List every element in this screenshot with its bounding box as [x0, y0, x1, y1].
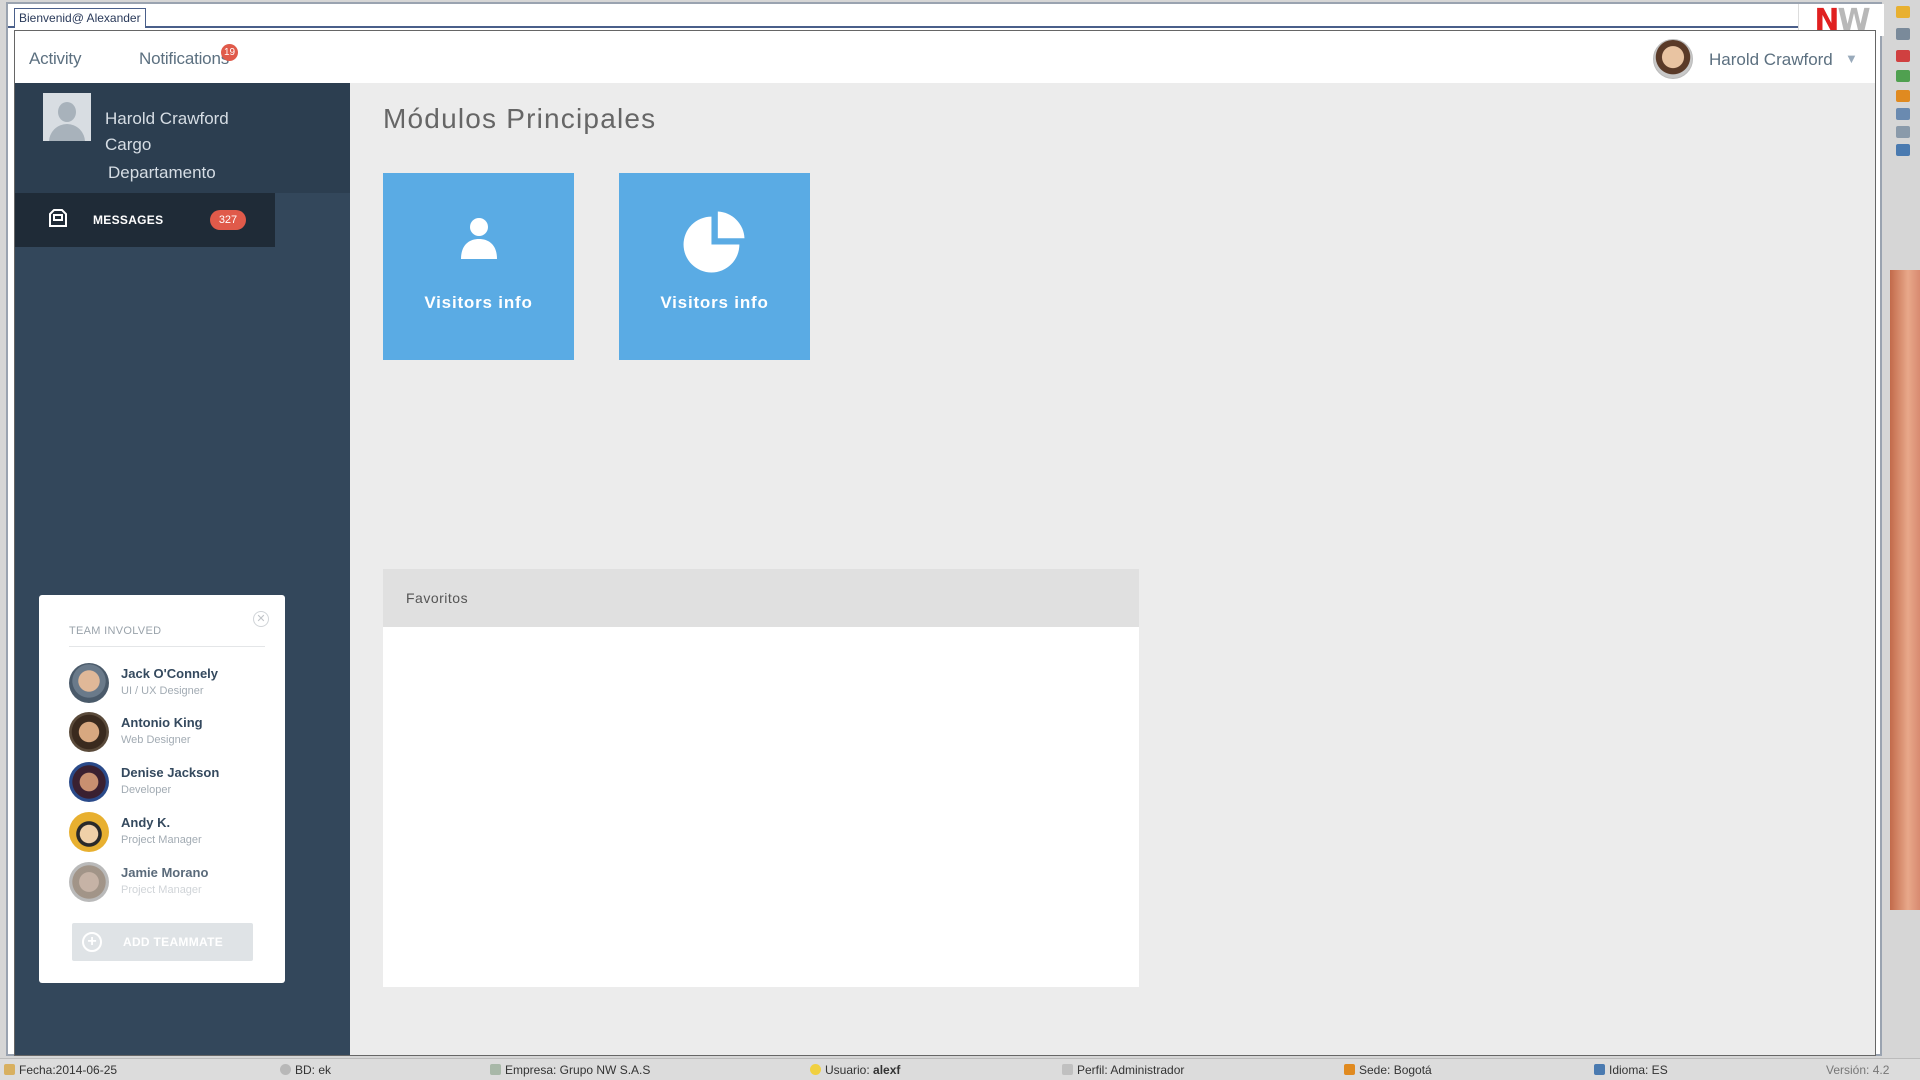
profile-department: Departamento: [108, 163, 216, 182]
notifications-badge: 19: [221, 44, 238, 61]
team-member[interactable]: Jamie Morano Project Manager: [69, 862, 269, 906]
messages-count-badge: 327: [210, 210, 246, 230]
document-tab[interactable]: Bienvenid@ Alexander: [14, 8, 146, 28]
module-tile-visitors[interactable]: Visitors info: [383, 173, 574, 360]
team-member[interactable]: Jack O'Connely UI / UX Designer: [69, 663, 269, 707]
team-member[interactable]: Antonio King Web Designer: [69, 712, 269, 756]
database-icon: [280, 1064, 291, 1075]
mail-icon[interactable]: [1896, 50, 1910, 62]
avatar: [69, 663, 109, 703]
member-role: Developer: [121, 784, 172, 796]
profile-panel: Harold Crawford Cargo Departamento: [15, 83, 350, 193]
home-icon[interactable]: [1896, 144, 1910, 156]
team-member[interactable]: Denise Jackson Developer: [69, 762, 269, 806]
member-name: Andy K.: [121, 815, 171, 830]
chevron-down-icon[interactable]: ▼: [1845, 51, 1858, 66]
smiley-icon: [810, 1064, 821, 1075]
top-header: Activity Notifications 19 Harold Crawfor…: [15, 31, 1875, 83]
status-version: Versión: 4.2: [1826, 1063, 1890, 1077]
status-database: BD: ek: [280, 1063, 331, 1077]
grid-icon[interactable]: [1896, 70, 1910, 82]
avatar: [69, 712, 109, 752]
plus-circle-icon: +: [82, 932, 102, 952]
status-profile: Perfil: Administrador: [1062, 1063, 1184, 1077]
company-icon: [490, 1064, 501, 1075]
user-menu-name[interactable]: Harold Crawford: [1709, 50, 1833, 70]
status-language: Idioma: ES: [1594, 1063, 1668, 1077]
avatar: [69, 862, 109, 902]
calendar-icon: [4, 1064, 15, 1075]
tile-label: Visitors info: [660, 293, 769, 312]
member-name: Antonio King: [121, 715, 203, 730]
member-role: Web Designer: [121, 734, 191, 746]
right-toolbar: [1890, 0, 1920, 160]
member-role: UI / UX Designer: [121, 685, 204, 697]
document-tab-strip: Bienvenid@ Alexander: [8, 4, 1880, 28]
avatar: [69, 812, 109, 852]
avatar: [69, 762, 109, 802]
nav-notifications[interactable]: Notifications: [139, 49, 229, 69]
member-role: Project Manager: [121, 834, 202, 846]
status-bar: Fecha:2014-06-25 BD: ek Empresa: Grupo N…: [0, 1058, 1920, 1080]
favorites-header: Favoritos: [383, 569, 1139, 627]
background-photo: [1890, 270, 1920, 910]
pie-chart-icon: [683, 211, 745, 273]
status-company: Empresa: Grupo NW S.A.S: [490, 1063, 650, 1077]
inbox-icon: [49, 209, 67, 227]
user-icon: [461, 218, 497, 259]
team-involved-card: TEAM INVOLVED ✕ Jack O'Connely UI / UX D…: [39, 595, 285, 983]
member-name: Denise Jackson: [121, 765, 220, 780]
add-teammate-button[interactable]: + ADD TEAMMATE: [72, 923, 253, 961]
member-role: Project Manager: [121, 884, 202, 896]
app-content: Activity Notifications 19 Harold Crawfor…: [14, 30, 1876, 1056]
search-icon[interactable]: [1896, 108, 1910, 120]
app-window: Bienvenid@ Alexander NW Activity Notific…: [6, 2, 1884, 1056]
member-name: Jamie Morano: [121, 865, 209, 880]
window-icon[interactable]: [1896, 28, 1910, 40]
add-teammate-label: ADD TEAMMATE: [123, 935, 224, 949]
profile-name: Harold Crawford: [105, 109, 229, 128]
profile-role: Cargo: [105, 135, 152, 154]
tile-label: Visitors info: [424, 293, 533, 312]
folder-icon[interactable]: [1896, 6, 1910, 18]
flag-icon: [1594, 1064, 1605, 1075]
team-title: TEAM INVOLVED: [69, 625, 162, 637]
status-user: Usuario: alexf: [810, 1063, 900, 1077]
module-tile-visitors-stats[interactable]: Visitors info: [619, 173, 810, 360]
member-name: Jack O'Connely: [121, 666, 219, 681]
team-member[interactable]: Andy K. Project Manager: [69, 812, 269, 856]
status-site: Sede: Bogotá: [1344, 1063, 1432, 1077]
warning-icon[interactable]: [1896, 90, 1910, 102]
shield-icon: [1062, 1064, 1073, 1075]
user-avatar[interactable]: [1653, 39, 1693, 79]
chat-icon[interactable]: [1896, 126, 1910, 138]
status-date: Fecha:2014-06-25: [4, 1063, 117, 1077]
page-title: Módulos Principales: [383, 103, 657, 134]
profile-avatar: [43, 93, 91, 141]
nav-activity[interactable]: Activity: [29, 49, 81, 69]
divider: [69, 646, 265, 647]
favorites-panel: Favoritos: [383, 569, 1139, 987]
sidebar-item-messages[interactable]: MESSAGES 327: [15, 193, 275, 247]
sidebar: Harold Crawford Cargo Departamento MESSA…: [15, 83, 350, 1055]
messages-label: MESSAGES: [93, 213, 164, 227]
favorites-title: Favoritos: [406, 590, 469, 606]
badge-icon: [1344, 1064, 1355, 1075]
close-icon[interactable]: ✕: [253, 611, 269, 627]
